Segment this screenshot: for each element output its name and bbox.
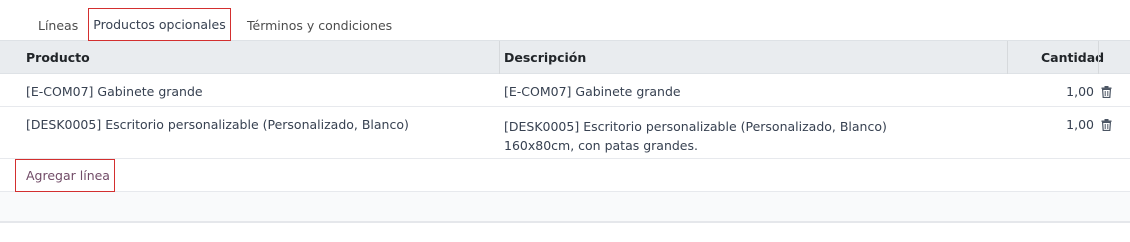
table-header: Producto Descripción Cantidad bbox=[0, 41, 1130, 74]
tab-lineas[interactable]: Líneas bbox=[38, 8, 78, 41]
trash-icon[interactable] bbox=[1101, 86, 1112, 98]
table-row[interactable]: [DESK0005] Escritorio personalizable (Pe… bbox=[0, 107, 1130, 159]
notebook-tabs: Líneas Productos opcionales Términos y c… bbox=[0, 0, 1130, 41]
trash-icon[interactable] bbox=[1101, 119, 1112, 131]
column-header-product[interactable]: Producto bbox=[26, 41, 90, 74]
quantity-cell[interactable]: 1,00 bbox=[1066, 84, 1094, 99]
product-cell[interactable]: [E-COM07] Gabinete grande bbox=[26, 84, 203, 99]
add-line-button[interactable]: Agregar línea bbox=[15, 159, 115, 192]
quantity-cell[interactable]: 1,00 bbox=[1066, 117, 1094, 132]
table-footer bbox=[0, 192, 1130, 223]
column-divider bbox=[1007, 41, 1008, 74]
product-cell[interactable]: [DESK0005] Escritorio personalizable (Pe… bbox=[26, 117, 409, 132]
tab-productos-opcionales[interactable]: Productos opcionales bbox=[88, 8, 231, 41]
column-divider bbox=[1098, 41, 1099, 74]
table-row[interactable]: [E-COM07] Gabinete grande [E-COM07] Gabi… bbox=[0, 74, 1130, 107]
description-line: 160x80cm, con patas grandes. bbox=[504, 138, 698, 153]
description-cell[interactable]: [DESK0005] Escritorio personalizable (Pe… bbox=[504, 117, 887, 155]
add-line-row: Agregar línea bbox=[0, 159, 1130, 192]
column-header-quantity[interactable]: Cantidad bbox=[1041, 41, 1104, 74]
description-line: [DESK0005] Escritorio personalizable (Pe… bbox=[504, 119, 887, 134]
description-cell[interactable]: [E-COM07] Gabinete grande bbox=[504, 84, 681, 99]
tab-terminos-y-condiciones[interactable]: Términos y condiciones bbox=[247, 8, 392, 41]
optional-products-table: Producto Descripción Cantidad [E-COM07] … bbox=[0, 41, 1130, 192]
column-header-description[interactable]: Descripción bbox=[504, 41, 586, 74]
column-divider bbox=[499, 41, 500, 74]
